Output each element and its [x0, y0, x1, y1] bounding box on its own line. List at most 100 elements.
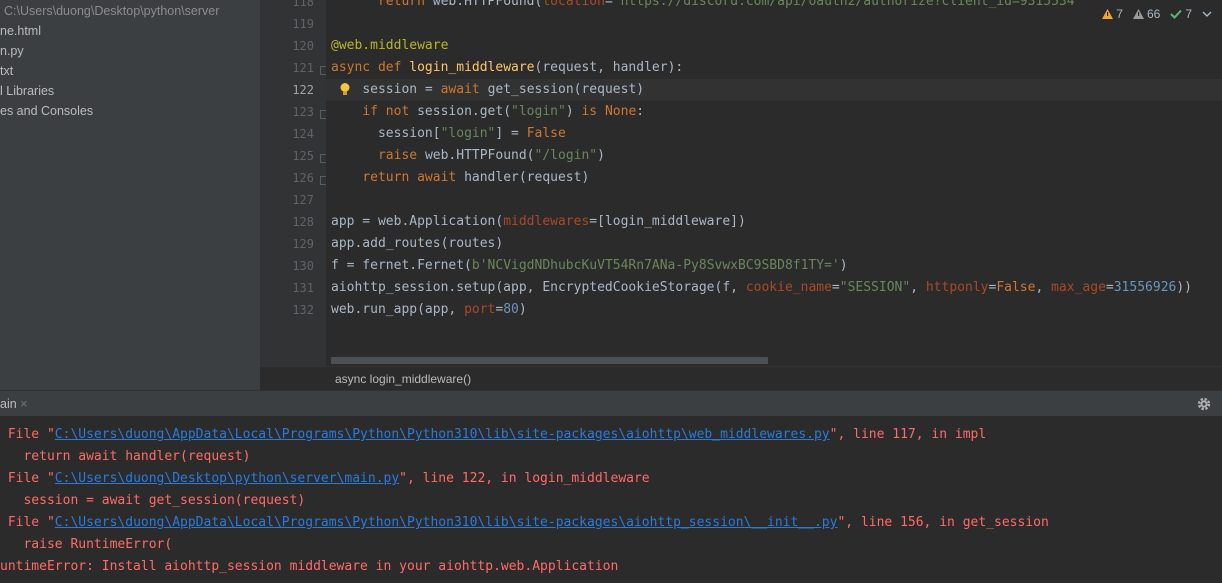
code-token: port: [464, 302, 496, 317]
line-number[interactable]: 123: [264, 105, 314, 119]
code-line[interactable]: aiohttp_session.setup(app, EncryptedCook…: [331, 277, 1192, 299]
code-editor[interactable]: return web.HTTPFound(location="https://d…: [326, 0, 1222, 366]
code-line[interactable]: session = await get_session(request): [331, 79, 644, 101]
code-token: return await: [362, 170, 465, 185]
typo-check-icon: [1170, 9, 1183, 19]
code-token: "login": [440, 126, 496, 141]
code-token: "https://discord.com/api/oauth2/authoriz…: [612, 0, 1075, 9]
close-icon[interactable]: ×: [20, 391, 28, 417]
project-tree: C:\Users\duong\Desktop\python\server ne.…: [0, 0, 260, 389]
code-line[interactable]: return web.HTTPFound(location="https://d…: [331, 0, 1075, 13]
sidebar-bottom: [0, 366, 260, 390]
tree-item-external-libraries[interactable]: l Libraries: [0, 81, 54, 101]
code-token: if not: [362, 104, 418, 119]
code-token: False: [996, 280, 1036, 295]
code-line[interactable]: web.run_app(app, port=80): [331, 299, 527, 321]
run-toolwindow-header: ain ×: [0, 390, 1222, 417]
code-line[interactable]: return await handler(request): [331, 167, 589, 189]
code-token: web.run_app(app,: [331, 302, 465, 317]
code-token: False: [526, 126, 566, 141]
line-number[interactable]: 121: [264, 61, 314, 75]
tree-item-txt[interactable]: txt: [0, 61, 13, 81]
weak-warnings-indicator[interactable]: 66: [1132, 7, 1161, 21]
console-text: ", line 156, in get_session: [837, 515, 1049, 530]
code-line[interactable]: session["login"] = False: [331, 123, 566, 145]
code-token: ): [565, 104, 582, 119]
line-number[interactable]: 122: [264, 83, 314, 97]
code-token: web.HTTPFound(: [424, 148, 535, 163]
line-number[interactable]: 119: [264, 17, 314, 31]
line-number[interactable]: 126: [264, 171, 314, 185]
code-token: web.HTTPFound(: [432, 0, 543, 9]
line-number[interactable]: 129: [264, 237, 314, 251]
console-line: return await handler(request): [0, 446, 250, 468]
tree-item-scratches-consoles[interactable]: es and Consoles: [0, 101, 93, 121]
line-number[interactable]: 125: [264, 149, 314, 163]
line-number[interactable]: 128: [264, 215, 314, 229]
code-token: "login": [511, 104, 566, 119]
code-line[interactable]: async def login_middleware(request, hand…: [331, 57, 683, 79]
code-token: httponly: [925, 280, 989, 295]
weak-warnings-count: 66: [1146, 7, 1161, 21]
line-number[interactable]: 120: [264, 39, 314, 53]
line-number[interactable]: 132: [264, 303, 314, 317]
project-root-path[interactable]: C:\Users\duong\Desktop\python\server: [4, 1, 219, 21]
code-token: f = fernet.Fernet(: [331, 258, 472, 273]
line-number[interactable]: 127: [264, 193, 314, 207]
console-text: File ": [0, 427, 55, 442]
code-line[interactable]: raise web.HTTPFound("/login"): [331, 145, 605, 167]
code-token: await: [440, 82, 488, 97]
breadcrumb[interactable]: async login_middleware(): [260, 366, 1222, 391]
code-token: return: [377, 0, 433, 9]
console-line: File "C:\Users\duong\AppData\Local\Progr…: [0, 512, 1049, 534]
code-token: ,: [1035, 280, 1052, 295]
code-token: handler(request): [464, 170, 590, 185]
code-line[interactable]: f = fernet.Fernet(b'NCVigdNDhubcKuVT54Rn…: [331, 255, 848, 277]
warnings-count: 7: [1116, 7, 1123, 21]
code-token: (request, handler):: [534, 60, 684, 75]
code-token: get_session(request): [487, 82, 645, 97]
editor-gutter[interactable]: 118 119 120 121 122 123 124 125 126 127 128 129 130 1…: [260, 0, 329, 366]
console-text: File ": [0, 515, 55, 530]
code-token: 31556926: [1113, 280, 1177, 295]
run-tab-label: ain: [0, 397, 17, 411]
code-token: cookie_name: [745, 280, 832, 295]
run-console-output[interactable]: File "C:\Users\duong\AppData\Local\Progr…: [0, 416, 1222, 583]
code-token: =: [604, 0, 613, 9]
code-token: location: [542, 0, 605, 9]
inspection-widget[interactable]: 7 66 7: [1102, 6, 1212, 22]
horizontal-scrollbar[interactable]: [331, 357, 768, 364]
typos-indicator[interactable]: 7: [1170, 7, 1192, 21]
code-token: :: [636, 104, 645, 119]
breadcrumb-item[interactable]: async login_middleware(): [335, 372, 471, 386]
run-tab[interactable]: ain: [0, 391, 21, 417]
console-text: untimeError: Install aiohttp_session mid…: [0, 559, 619, 574]
gear-icon[interactable]: [1196, 396, 1212, 412]
file-link[interactable]: C:\Users\duong\Desktop\python\server\mai…: [55, 471, 399, 486]
line-number[interactable]: 118: [264, 0, 314, 9]
code-line[interactable]: if not session.get("login") is None:: [331, 101, 644, 123]
tree-item-home-html[interactable]: ne.html: [0, 21, 41, 41]
line-number[interactable]: 130: [264, 259, 314, 273]
line-number[interactable]: 124: [264, 127, 314, 141]
console-line: [0, 416, 23, 424]
console-text: return await handler(request): [0, 449, 251, 464]
console-text: raise RuntimeError(: [0, 537, 173, 552]
file-link[interactable]: C:\Users\duong\AppData\Local\Programs\Py…: [55, 427, 830, 442]
console-line: session = await get_session(request): [0, 490, 305, 512]
code-token: async def: [331, 60, 410, 75]
line-number[interactable]: 131: [264, 281, 314, 295]
code-token: session[: [377, 126, 441, 141]
file-link[interactable]: C:\Users\duong\AppData\Local\Programs\Py…: [55, 515, 838, 530]
code-line[interactable]: app = web.Application(middlewares=[login…: [331, 211, 746, 233]
warnings-indicator[interactable]: 7: [1102, 7, 1123, 21]
code-token: aiohttp_session.setup(app, EncryptedCook…: [331, 280, 746, 295]
tree-item-main-py[interactable]: n.py: [0, 41, 24, 61]
code-token: ,: [910, 280, 926, 295]
chevron-down-icon[interactable]: [1202, 10, 1212, 18]
code-token: 80: [503, 302, 519, 317]
code-line[interactable]: app.add_routes(routes): [331, 233, 503, 255]
code-line[interactable]: @web.middleware: [331, 35, 448, 57]
code-token: login_middleware: [409, 60, 535, 75]
